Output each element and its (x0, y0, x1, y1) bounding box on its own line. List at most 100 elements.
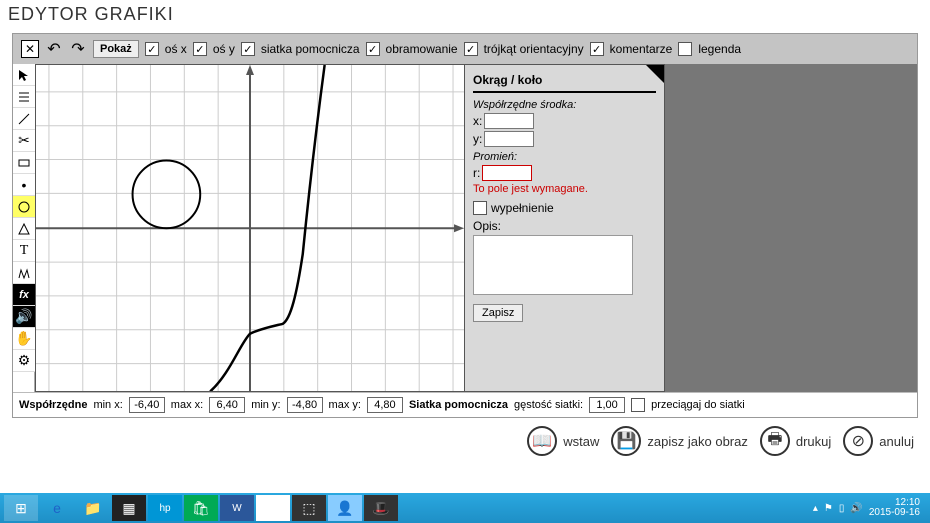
print-icon: 🖶 (760, 426, 790, 456)
print-button[interactable]: 🖶 drukuj (760, 426, 831, 456)
redo-icon[interactable]: ↷ (69, 40, 87, 58)
taskbar-hp-icon[interactable]: hp (148, 495, 182, 521)
app-title: EDYTOR GRAFIKI (0, 0, 930, 29)
properties-panel: Okrąg / koło Współrzędne środka: x: y: P… (465, 64, 665, 392)
maxx-input[interactable] (209, 397, 245, 413)
label-comments: komentarze (610, 42, 673, 56)
minx-input[interactable] (129, 397, 165, 413)
checkbox-fill[interactable] (473, 201, 487, 215)
taskbar-store-icon[interactable]: 🛍 (184, 495, 218, 521)
checkbox-y-axis[interactable] (193, 42, 207, 56)
tool-scissors[interactable]: ✂ (13, 130, 35, 152)
taskbar-app4-icon[interactable]: 👤 (328, 495, 362, 521)
tray-up-icon[interactable]: ▴ (813, 503, 818, 514)
tool-pointer[interactable] (13, 64, 35, 86)
save-button[interactable]: Zapisz (473, 304, 523, 322)
tool-sound[interactable]: 🔊 (13, 306, 35, 328)
label-grid: siatka pomocnicza (261, 42, 360, 56)
tool-rect[interactable] (13, 152, 35, 174)
tray-flag-icon[interactable]: ⚑ (824, 503, 833, 514)
fill-label: wypełnienie (491, 201, 554, 215)
panel-close-icon[interactable] (646, 65, 664, 83)
label-triangle: trójkąt orientacyjny (484, 42, 584, 56)
start-button[interactable]: ⊞ (4, 495, 38, 521)
desc-label: Opis: (473, 219, 656, 233)
insert-label: wstaw (563, 434, 599, 449)
tool-triangle[interactable] (13, 218, 35, 240)
insert-button[interactable]: 📖 wstaw (527, 426, 599, 456)
bottom-bar: Współrzędne min x: max x: min y: max y: … (13, 392, 917, 417)
taskbar: ⊞ e 📁 ▦ hp 🛍 W 🖌 ⬚ 👤 🎩 ▴ ⚑ ▯ 🔊 12:10 201… (0, 493, 930, 523)
tool-point[interactable]: • (13, 174, 35, 196)
undo-icon[interactable]: ↶ (45, 40, 63, 58)
cancel-icon: ⊘ (843, 426, 873, 456)
taskbar-ie-icon[interactable]: e (40, 495, 74, 521)
density-input[interactable] (589, 397, 625, 413)
r-input[interactable] (482, 165, 532, 181)
radius-label: Promień: (473, 151, 656, 163)
tray-net-icon[interactable]: ▯ (839, 503, 845, 514)
taskbar-app5-icon[interactable]: 🎩 (364, 495, 398, 521)
taskbar-app1-icon[interactable]: ▦ (112, 495, 146, 521)
required-msg: To pole jest wymagane. (473, 183, 656, 195)
label-legend: legenda (698, 42, 741, 56)
miny-input[interactable] (287, 397, 323, 413)
taskbar-app3-icon[interactable]: ⬚ (292, 495, 326, 521)
y-input[interactable] (484, 131, 534, 147)
empty-area (665, 64, 917, 392)
maxy-input[interactable] (367, 397, 403, 413)
center-label: Współrzędne środka: (473, 99, 656, 111)
tool-circle[interactable] (13, 196, 35, 218)
checkbox-triangle[interactable] (464, 42, 478, 56)
close-icon[interactable]: ✕ (21, 40, 39, 58)
tool-lines[interactable] (13, 86, 35, 108)
canvas[interactable] (35, 64, 465, 392)
density-label: gęstość siatki: (514, 399, 583, 411)
maxx-label: max x: (171, 399, 203, 411)
desc-textarea[interactable] (473, 235, 633, 295)
action-row: 📖 wstaw 💾 zapisz jako obraz 🖶 drukuj ⊘ a… (0, 418, 930, 460)
x-label: x: (473, 114, 482, 128)
label-y-axis: oś y (213, 42, 235, 56)
tray-date: 2015-09-16 (869, 508, 920, 518)
cancel-label: anuluj (879, 434, 914, 449)
tool-arc[interactable] (13, 262, 35, 284)
tool-gear[interactable]: ⚙ (13, 350, 35, 372)
checkbox-grid[interactable] (241, 42, 255, 56)
top-toolbar: ✕ ↶ ↷ Pokaż oś x oś y siatka pomocnicza … (13, 34, 917, 64)
tool-hand[interactable]: ✋ (13, 328, 35, 350)
tool-text[interactable]: T (13, 240, 35, 262)
maxy-label: max y: (329, 399, 361, 411)
r-label: r: (473, 166, 480, 180)
checkbox-border[interactable] (366, 42, 380, 56)
checkbox-snap[interactable] (631, 398, 645, 412)
panel-title: Okrąg / koło (473, 71, 656, 93)
taskbar-app2-icon[interactable]: 🖌 (256, 495, 290, 521)
y-label: y: (473, 132, 482, 146)
left-toolbar: ✂ • T fx 🔊 ✋ ⚙ (13, 64, 35, 392)
show-button[interactable]: Pokaż (93, 40, 139, 58)
editor-frame: ✕ ↶ ↷ Pokaż oś x oś y siatka pomocnicza … (12, 33, 918, 418)
checkbox-x-axis[interactable] (145, 42, 159, 56)
checkbox-legend[interactable] (678, 42, 692, 56)
taskbar-explorer-icon[interactable]: 📁 (76, 495, 110, 521)
coords-label: Współrzędne (19, 399, 87, 411)
save-image-label: zapisz jako obraz (647, 434, 747, 449)
plot-svg (36, 65, 464, 391)
tool-segment[interactable] (13, 108, 35, 130)
grid-label: Siatka pomocnicza (409, 399, 508, 411)
checkbox-comments[interactable] (590, 42, 604, 56)
x-input[interactable] (484, 113, 534, 129)
miny-label: min y: (251, 399, 280, 411)
minx-label: min x: (93, 399, 122, 411)
save-image-button[interactable]: 💾 zapisz jako obraz (611, 426, 747, 456)
book-icon: 📖 (527, 426, 557, 456)
print-label: drukuj (796, 434, 831, 449)
tool-fx[interactable]: fx (13, 284, 35, 306)
cancel-button[interactable]: ⊘ anuluj (843, 426, 914, 456)
taskbar-word-icon[interactable]: W (220, 495, 254, 521)
taskbar-tray[interactable]: ▴ ⚑ ▯ 🔊 12:10 2015-09-16 (813, 498, 926, 518)
tray-vol-icon[interactable]: 🔊 (850, 503, 862, 514)
workspace: ✂ • T fx 🔊 ✋ ⚙ (13, 64, 917, 392)
snap-label: przeciągaj do siatki (651, 399, 745, 411)
